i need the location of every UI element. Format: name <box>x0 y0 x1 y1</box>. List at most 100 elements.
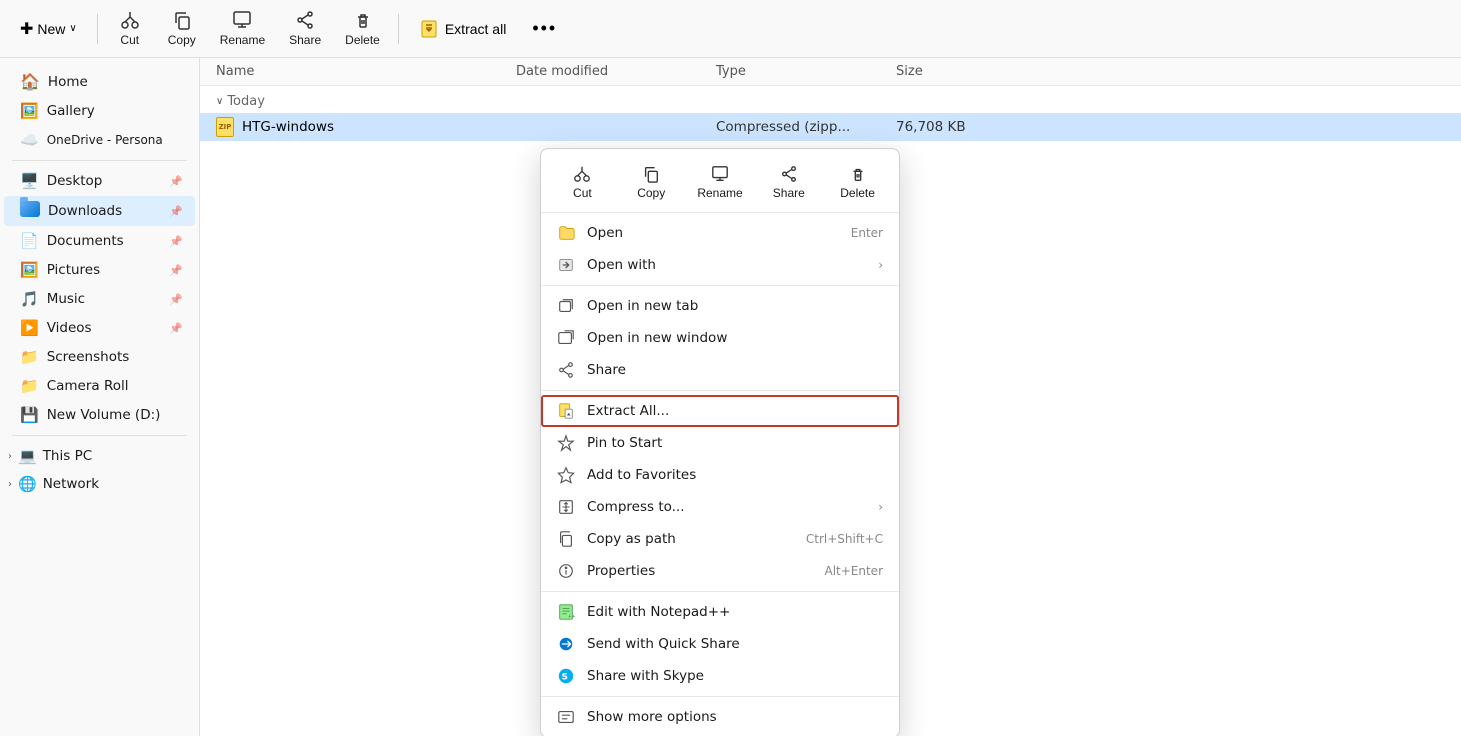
sidebar-item-desktop[interactable]: 🖥️ Desktop 📌 <box>4 167 195 195</box>
sidebar-item-onedrive[interactable]: ☁️ OneDrive - Persona <box>4 126 195 154</box>
ctx-open-new-tab-label: Open in new tab <box>587 298 883 314</box>
svg-text:++: ++ <box>568 613 575 619</box>
share-label: Share <box>289 33 321 47</box>
ctx-compress-to[interactable]: Compress to... › <box>541 491 899 523</box>
new-volume-label: New Volume (D:) <box>47 407 161 423</box>
ctx-open-icon <box>557 224 575 242</box>
ctx-share-label: Share <box>773 186 805 200</box>
rename-button[interactable]: Rename <box>210 6 275 51</box>
ctx-compress-arrow: › <box>878 500 883 514</box>
ctx-open-new-window-label: Open in new window <box>587 330 883 346</box>
sidebar-item-music[interactable]: 🎵 Music 📌 <box>4 285 195 313</box>
zip-file-icon: ZIP <box>216 117 234 137</box>
ctx-copy-path[interactable]: Copy as path Ctrl+Shift+C <box>541 523 899 555</box>
ctx-open-new-window[interactable]: Open in new window <box>541 322 899 354</box>
ctx-copy-path-shortcut: Ctrl+Shift+C <box>806 532 883 546</box>
sidebar-item-pictures[interactable]: 🖼️ Pictures 📌 <box>4 256 195 284</box>
sidebar: 🏠 Home 🖼️ Gallery ☁️ OneDrive - Persona … <box>0 58 200 736</box>
context-menu-icon-row: Cut Copy Rename <box>541 153 899 213</box>
content-header: Name Date modified Type Size <box>200 58 1461 86</box>
file-row-htg[interactable]: ZIP HTG-windows Compressed (zipp... 76,7… <box>200 113 1461 141</box>
ctx-add-favorites[interactable]: Add to Favorites <box>541 459 899 491</box>
ctx-rename-button[interactable]: Rename <box>687 159 754 206</box>
ctx-more-options[interactable]: Show more options <box>541 701 899 733</box>
toolbar: ✚ New ∨ Cut Copy Rename Share <box>0 0 1461 58</box>
delete-button[interactable]: Delete <box>335 6 390 51</box>
cut-button[interactable]: Cut <box>106 6 154 51</box>
ctx-quick-share[interactable]: Send with Quick Share <box>541 628 899 660</box>
ctx-open-shortcut: Enter <box>851 226 883 240</box>
downloads-label: Downloads <box>48 203 122 219</box>
network-label: Network <box>43 476 99 492</box>
sidebar-item-gallery[interactable]: 🖼️ Gallery <box>4 97 195 125</box>
share-button[interactable]: Share <box>279 6 331 51</box>
ctx-new-window-icon <box>557 329 575 347</box>
ctx-extract-all[interactable]: Extract All... <box>541 395 899 427</box>
ctx-quick-share-label: Send with Quick Share <box>587 636 883 652</box>
ctx-pin-start-label: Pin to Start <box>587 435 883 451</box>
ctx-copy-button[interactable]: Copy <box>618 159 685 206</box>
ctx-skype-icon: S <box>557 667 575 685</box>
file-name: HTG-windows <box>242 119 334 135</box>
extract-all-label: Extract all <box>445 21 506 37</box>
volume-icon: 💾 <box>20 406 39 424</box>
ctx-more-options-label: Show more options <box>587 709 883 725</box>
ctx-open-with-label: Open with <box>587 257 866 273</box>
more-button[interactable]: ••• <box>522 12 567 45</box>
file-type: Compressed (zipp... <box>716 119 896 135</box>
ctx-new-tab-icon <box>557 297 575 315</box>
gallery-icon: 🖼️ <box>20 102 39 120</box>
ctx-open[interactable]: Open Enter <box>541 217 899 249</box>
col-size-header[interactable]: Size <box>896 64 1016 79</box>
col-name-header[interactable]: Name <box>216 64 516 79</box>
copy-button[interactable]: Copy <box>158 6 206 51</box>
screenshots-label: Screenshots <box>47 349 130 365</box>
col-date-header[interactable]: Date modified <box>516 64 716 79</box>
ctx-delete-button[interactable]: Delete <box>824 159 891 206</box>
new-button[interactable]: ✚ New ∨ <box>8 13 89 45</box>
cut-label: Cut <box>120 33 139 47</box>
sidebar-item-documents[interactable]: 📄 Documents 📌 <box>4 227 195 255</box>
ctx-properties-icon <box>557 562 575 580</box>
sidebar-item-camera-roll[interactable]: 📁 Camera Roll <box>4 372 195 400</box>
pictures-pin-icon: 📌 <box>169 264 183 277</box>
videos-icon: ▶️ <box>20 319 39 337</box>
ctx-properties-label: Properties <box>587 563 812 579</box>
sidebar-item-screenshots[interactable]: 📁 Screenshots <box>4 343 195 371</box>
desktop-icon: 🖥️ <box>20 172 39 190</box>
sidebar-network[interactable]: › 🌐 Network <box>0 470 199 498</box>
ctx-properties[interactable]: Properties Alt+Enter <box>541 555 899 587</box>
downloads-folder-icon <box>20 201 40 221</box>
ctx-cut-button[interactable]: Cut <box>549 159 616 206</box>
videos-label: Videos <box>47 320 92 336</box>
file-name-cell: ZIP HTG-windows <box>216 117 516 137</box>
camera-roll-icon: 📁 <box>20 377 39 395</box>
sidebar-item-home[interactable]: 🏠 Home <box>4 67 195 96</box>
ctx-share-button[interactable]: Share <box>755 159 822 206</box>
svg-text:S: S <box>562 673 568 683</box>
ctx-open-label: Open <box>587 225 839 241</box>
ctx-open-with[interactable]: Open with › <box>541 249 899 281</box>
sidebar-item-new-volume[interactable]: 💾 New Volume (D:) <box>4 401 195 429</box>
toolbar-separator-1 <box>97 14 98 44</box>
ctx-notepad-icon: ++ <box>557 603 575 621</box>
ctx-notepad-plus[interactable]: ++ Edit with Notepad++ <box>541 596 899 628</box>
ctx-pin-start[interactable]: Pin to Start <box>541 427 899 459</box>
ctx-open-with-arrow: › <box>878 258 883 272</box>
sidebar-divider-1 <box>12 160 187 161</box>
ctx-open-new-tab[interactable]: Open in new tab <box>541 290 899 322</box>
col-type-header[interactable]: Type <box>716 64 896 79</box>
sidebar-this-pc[interactable]: › 💻 This PC <box>0 442 199 470</box>
ctx-skype-label: Share with Skype <box>587 668 883 684</box>
ctx-copy-path-icon <box>557 530 575 548</box>
ctx-share2[interactable]: Share <box>541 354 899 386</box>
ctx-skype[interactable]: S Share with Skype <box>541 660 899 692</box>
extract-all-button[interactable]: Extract all <box>407 13 518 45</box>
file-size: 76,708 KB <box>896 119 1016 135</box>
videos-pin-icon: 📌 <box>169 322 183 335</box>
network-icon: 🌐 <box>18 475 37 493</box>
sidebar-item-videos[interactable]: ▶️ Videos 📌 <box>4 314 195 342</box>
sidebar-item-downloads[interactable]: Downloads 📌 <box>4 196 195 226</box>
music-icon: 🎵 <box>20 290 39 308</box>
pictures-label: Pictures <box>47 262 100 278</box>
